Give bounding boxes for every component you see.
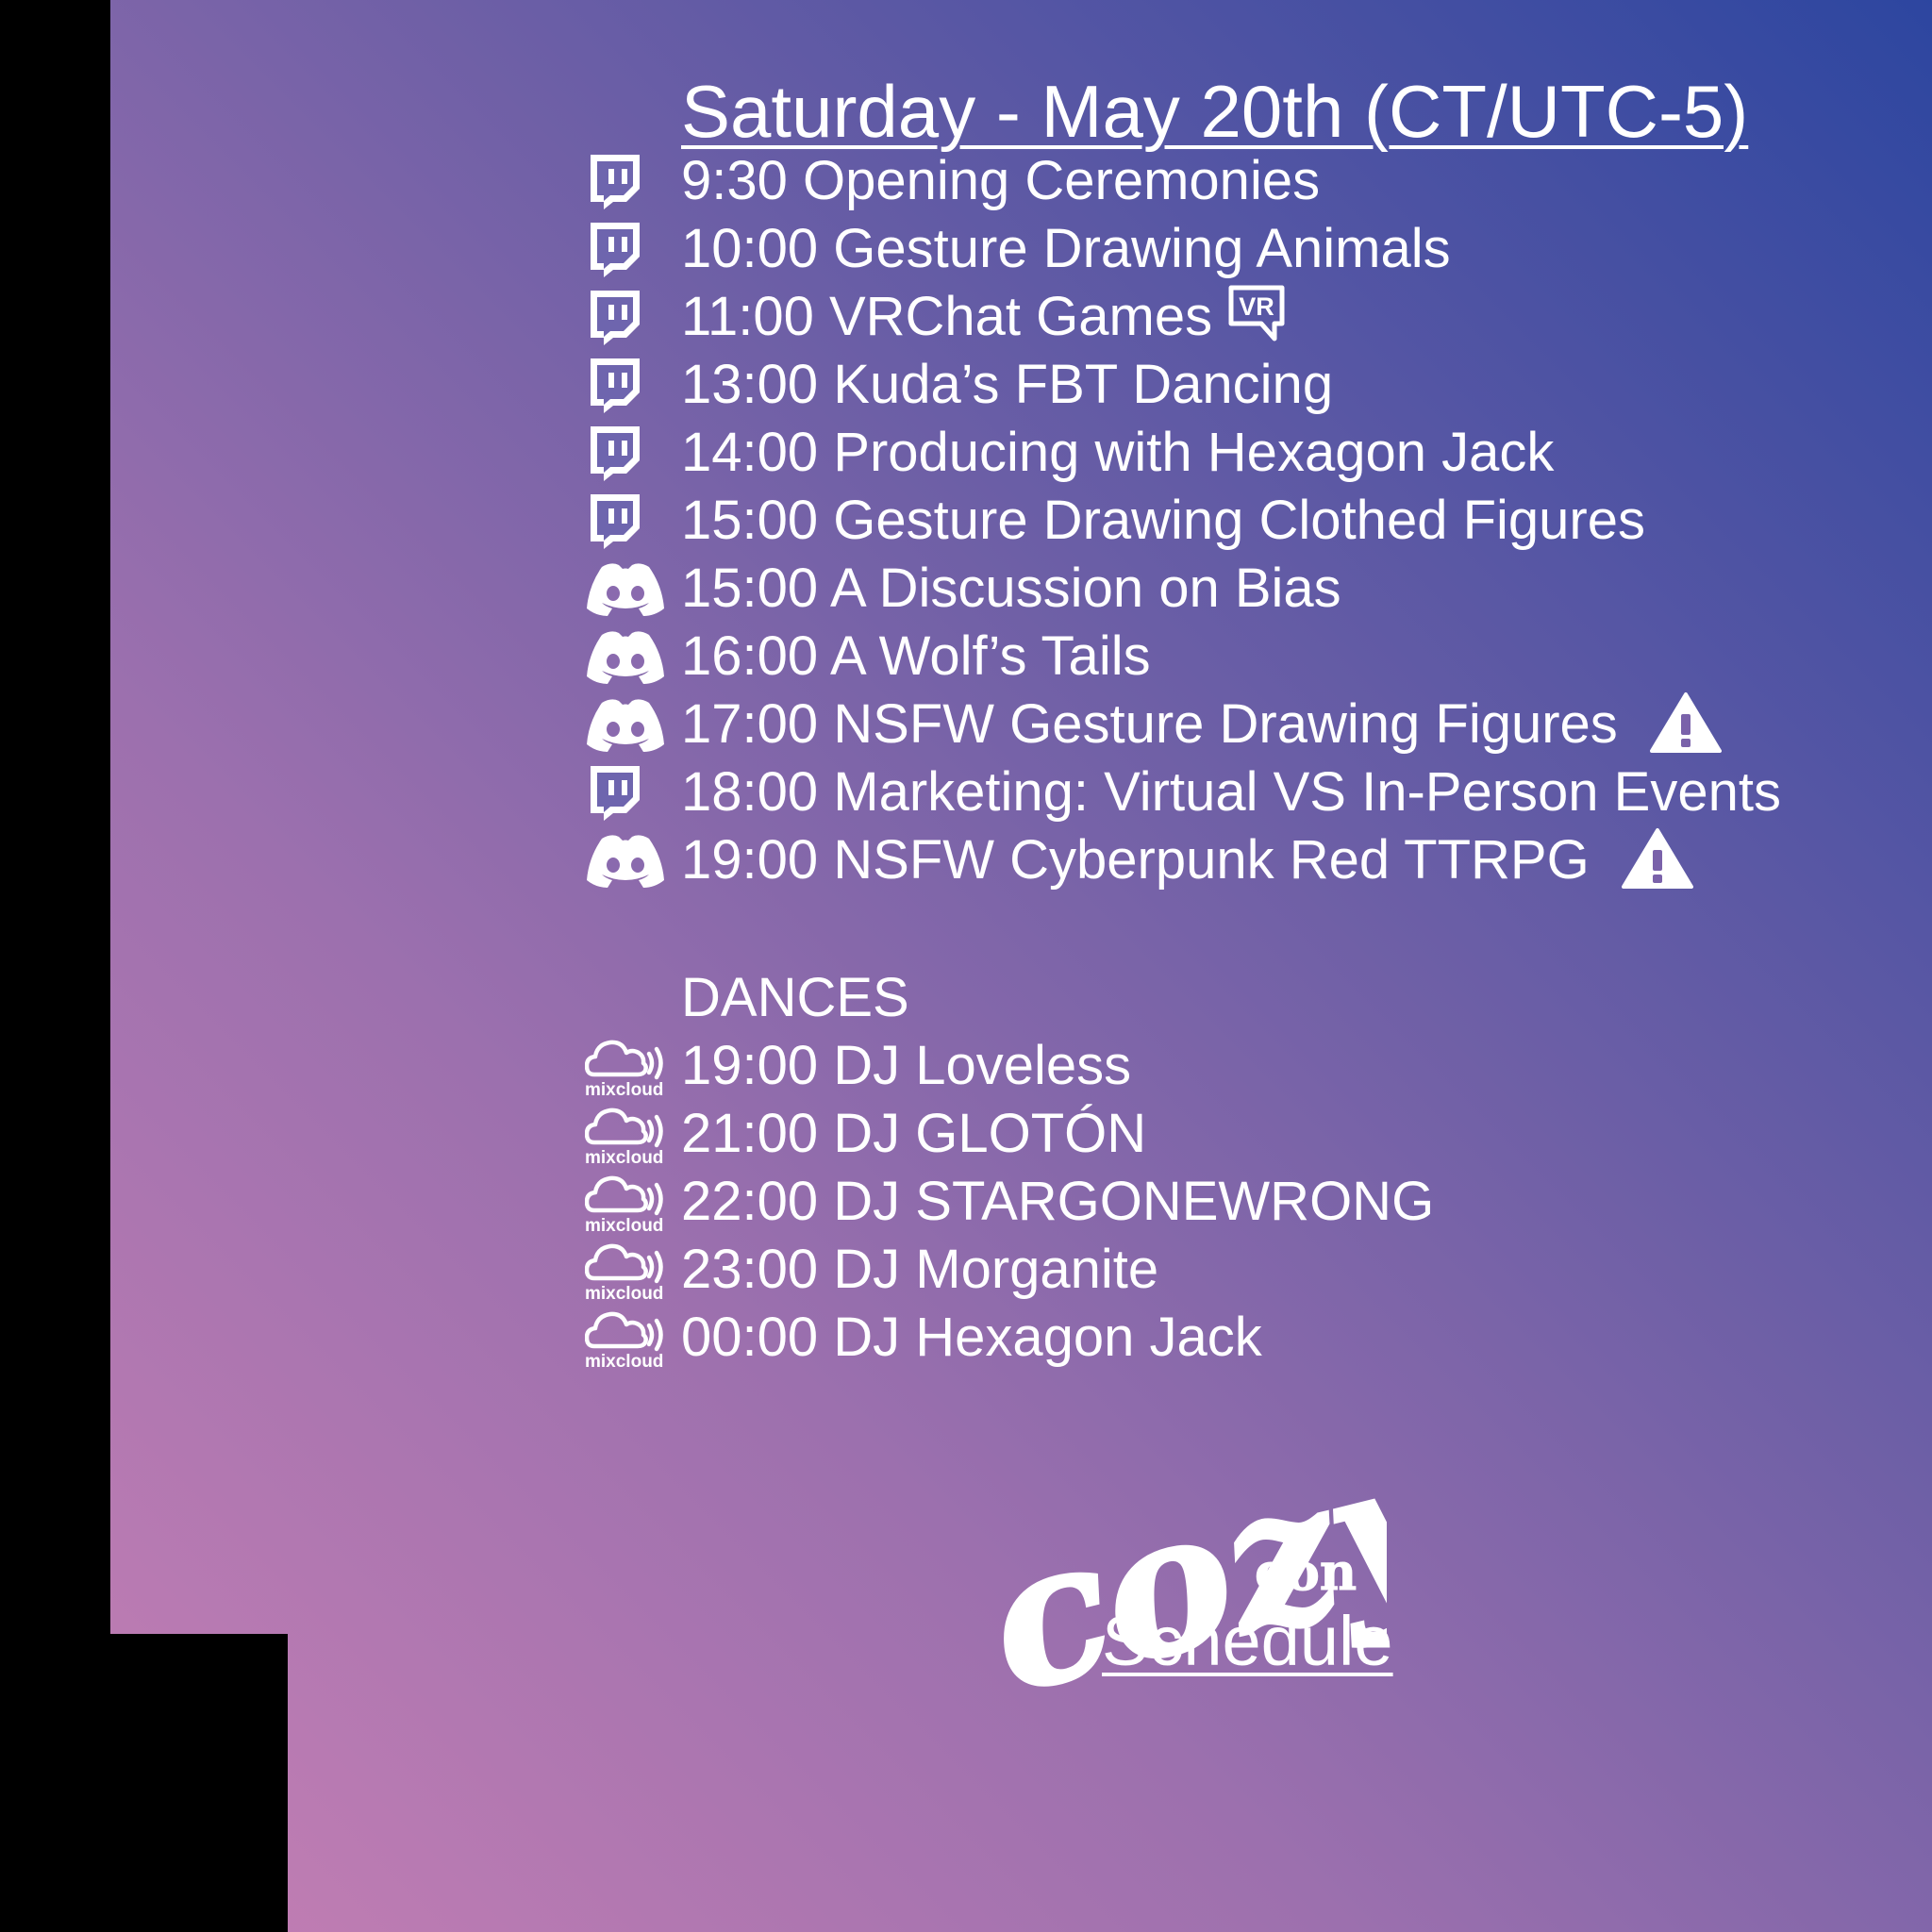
event-label: 10:00 Gesture Drawing Animals <box>681 218 1451 279</box>
twitch-icon <box>585 758 670 826</box>
discord-icon <box>585 691 670 758</box>
mixcloud-icon: mixcloud <box>585 1304 670 1372</box>
event-label: 15:00 Gesture Drawing Clothed Figures <box>681 490 1645 551</box>
event-label: 23:00 DJ Morganite <box>681 1239 1159 1300</box>
event-label: 00:00 DJ Hexagon Jack <box>681 1307 1262 1368</box>
event-label: 13:00 Kuda’s FBT Dancing <box>681 354 1334 415</box>
mixcloud-icon: mixcloud <box>585 1032 670 1100</box>
twitch-icon <box>585 487 670 555</box>
event-label: 9:30 Opening Ceremonies <box>681 150 1321 211</box>
svg-text:mixcloud: mixcloud <box>585 1352 663 1369</box>
twitch-icon <box>585 283 670 351</box>
mixcloud-icon: mixcloud <box>585 1236 670 1304</box>
discord-icon <box>585 623 670 691</box>
event-row: 14:00 Producing with Hexagon Jack <box>585 419 1554 487</box>
svg-text:mixcloud: mixcloud <box>585 1284 663 1301</box>
dance-row: mixcloud 22:00 DJ STARGONEWRONG <box>585 1168 1434 1236</box>
event-row: 9:30 Opening Ceremonies <box>585 147 1320 215</box>
discord-icon <box>585 555 670 623</box>
twitch-icon <box>585 147 670 215</box>
mixcloud-icon: mixcloud <box>585 1100 670 1168</box>
event-label: 21:00 DJ GLOTÓN <box>681 1103 1147 1164</box>
event-label: 18:00 Marketing: Virtual VS In-Person Ev… <box>681 761 1781 823</box>
event-label: 22:00 DJ STARGONEWRONG <box>681 1171 1435 1232</box>
event-row: 13:00 Kuda’s FBT Dancing <box>585 351 1333 419</box>
event-row: 18:00 Marketing: Virtual VS In-Person Ev… <box>585 758 1781 826</box>
svg-text:mixcloud: mixcloud <box>585 1148 663 1165</box>
event-label: 17:00 NSFW Gesture Drawing Figures <box>681 693 1618 755</box>
event-row: 15:00 Gesture Drawing Clothed Figures <box>585 487 1645 555</box>
svg-text:mixcloud: mixcloud <box>585 1080 663 1097</box>
dance-row: mixcloud 00:00 DJ Hexagon Jack <box>585 1304 1262 1372</box>
event-label: 19:00 DJ Loveless <box>681 1035 1132 1096</box>
event-row: 10:00 Gesture Drawing Animals <box>585 215 1451 283</box>
warning-icon <box>1621 827 1693 894</box>
dance-row: mixcloud 23:00 DJ Morganite <box>585 1236 1158 1304</box>
twitch-icon <box>585 419 670 487</box>
dances-heading: DANCES <box>681 967 909 1028</box>
vr-icon: VR <box>1225 284 1288 351</box>
event-row: 11:00 VRChat Games VR <box>585 283 1288 351</box>
event-row: 17:00 NSFW Gesture Drawing Figures <box>585 691 1722 758</box>
event-label: 19:00 NSFW Cyberpunk Red TTRPG <box>681 829 1590 891</box>
mixcloud-icon: mixcloud <box>585 1168 670 1236</box>
bottom-left-black-box <box>0 1634 288 1932</box>
event-row: 16:00 A Wolf’s Tails <box>585 623 1151 691</box>
twitch-icon <box>585 215 670 283</box>
event-row: 15:00 A Discussion on Bias <box>585 555 1341 623</box>
twitch-icon <box>585 351 670 419</box>
warning-icon <box>1649 691 1722 758</box>
dance-row: mixcloud 21:00 DJ GLOTÓN <box>585 1100 1146 1168</box>
logo-sub: con <box>1255 1541 1357 1602</box>
dance-row: mixcloud 19:00 DJ Loveless <box>585 1032 1131 1100</box>
svg-text:mixcloud: mixcloud <box>585 1216 663 1233</box>
event-label: 16:00 A Wolf’s Tails <box>681 625 1151 687</box>
event-label: 11:00 VRChat Games <box>681 286 1213 347</box>
svg-text:VR: VR <box>1239 292 1274 321</box>
schedule-title: Saturday - May 20th (CT/UTC-5) <box>681 70 1749 153</box>
event-label: 14:00 Producing with Hexagon Jack <box>681 422 1555 483</box>
discord-icon <box>585 826 670 894</box>
schedule-footer: Schedule <box>1102 1602 1393 1680</box>
event-label: 15:00 A Discussion on Bias <box>681 558 1341 619</box>
event-row: 19:00 NSFW Cyberpunk Red TTRPG <box>585 826 1693 894</box>
